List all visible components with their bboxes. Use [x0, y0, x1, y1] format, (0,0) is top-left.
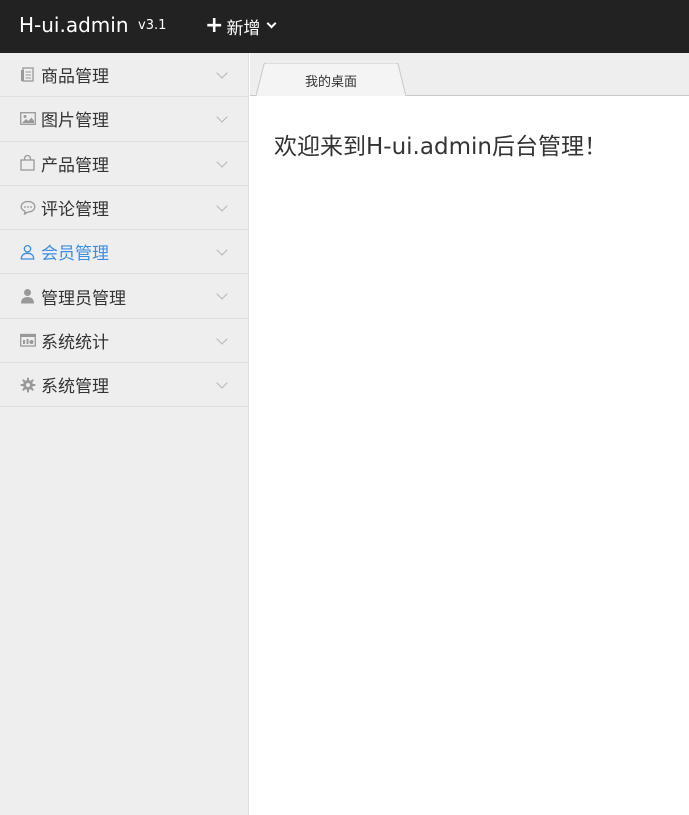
- sidebar-item-member-management[interactable]: 会员管理: [0, 230, 248, 275]
- sidebar-item-goods-management[interactable]: 产品管理: [0, 142, 248, 186]
- chevron-down-icon: [216, 333, 228, 345]
- sidebar-item-product-management[interactable]: 商品管理: [0, 53, 248, 98]
- version-label: v3.1: [138, 18, 167, 33]
- sidebar-item-label: 图片管理: [41, 111, 109, 132]
- add-new-button[interactable]: + 新增: [205, 13, 277, 39]
- sidebar-item-label: 商品管理: [41, 67, 109, 88]
- chevron-down-icon: [216, 111, 228, 123]
- chevron-down-icon: [216, 377, 228, 389]
- sidebar-item-image-management[interactable]: 图片管理: [0, 97, 248, 142]
- sidebar-item-admin-management[interactable]: 管理员管理: [0, 274, 248, 319]
- comment-icon: [19, 200, 36, 216]
- product-list-icon: [19, 67, 36, 83]
- sidebar-item-label: 系统管理: [41, 377, 109, 398]
- sidebar-item-system-management[interactable]: 系统管理: [0, 363, 248, 408]
- statistics-icon: [19, 332, 36, 348]
- sidebar-item-comment-management[interactable]: 评论管理: [0, 186, 248, 231]
- tab-my-desktop[interactable]: 我的桌面: [256, 63, 406, 97]
- chevron-down-icon: [216, 67, 228, 79]
- chevron-down-icon: [266, 18, 277, 29]
- top-navbar: H-ui.admin v3.1 + 新增: [0, 0, 689, 53]
- sidebar-item-label: 评论管理: [41, 200, 109, 221]
- admin-user-icon: [19, 288, 36, 304]
- main-content: 欢迎来到H-ui.admin后台管理！: [250, 96, 689, 815]
- user-outline-icon: [19, 244, 36, 260]
- tab-bar: 我的桌面: [250, 53, 689, 97]
- sidebar-item-label: 会员管理: [41, 244, 109, 265]
- image-icon: [19, 111, 36, 127]
- add-new-label: 新增: [226, 18, 261, 39]
- sidebar-item-label: 系统统计: [41, 332, 109, 353]
- app-logo[interactable]: H-ui.admin: [19, 13, 129, 37]
- gear-icon: [19, 377, 36, 393]
- welcome-message: 欢迎来到H-ui.admin后台管理！: [274, 134, 607, 160]
- sidebar-menu: 商品管理 图片管理 产品管理 评论管理 会员管理 管理员管理 系统统计 系统管理: [0, 53, 249, 815]
- sidebar-item-system-statistics[interactable]: 系统统计: [0, 319, 248, 364]
- plus-icon: +: [205, 13, 224, 38]
- sidebar-item-label: 管理员管理: [41, 288, 126, 309]
- bag-icon: [19, 155, 36, 171]
- chevron-down-icon: [216, 288, 228, 301]
- tab-label: 我的桌面: [304, 75, 357, 90]
- sidebar-item-label: 产品管理: [41, 155, 109, 176]
- chevron-down-icon: [216, 155, 228, 168]
- chevron-down-icon: [216, 200, 228, 212]
- chevron-down-icon: [216, 244, 228, 256]
